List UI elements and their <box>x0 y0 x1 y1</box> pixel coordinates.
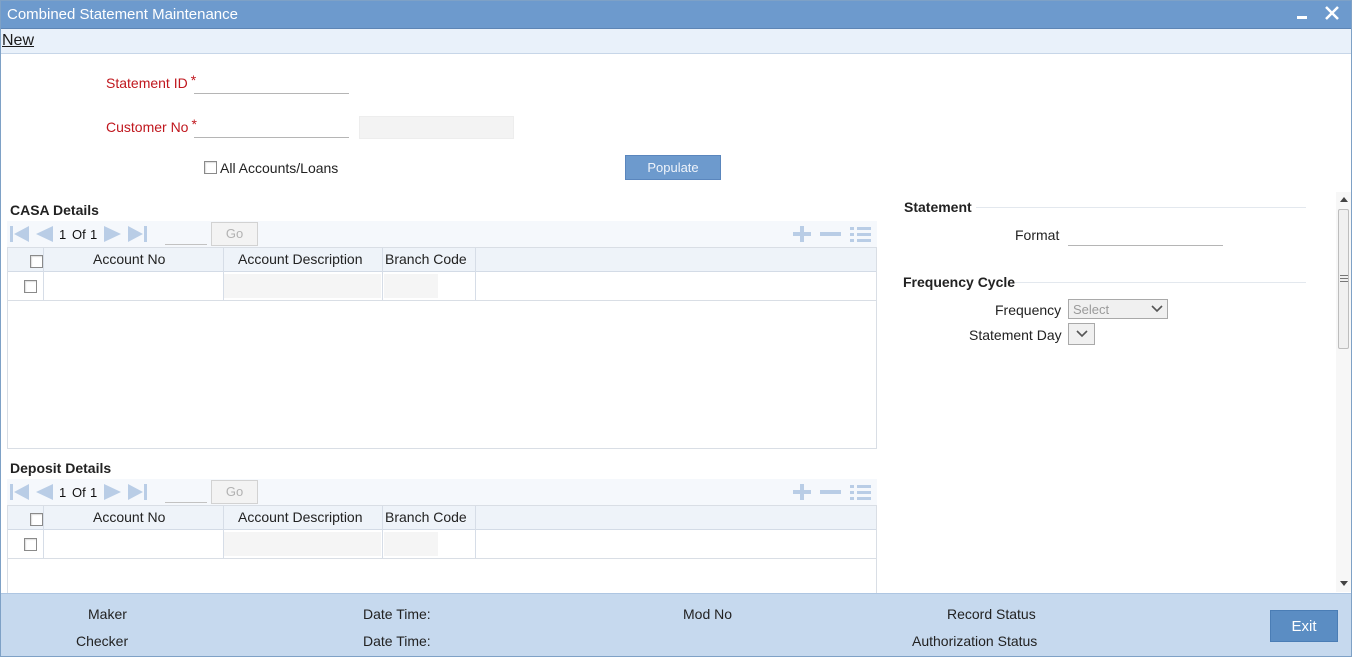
first-page-icon[interactable] <box>9 225 31 243</box>
mod-no-label: Mod No <box>683 606 733 622</box>
column-header: Branch Code <box>385 251 467 267</box>
statement-id-input[interactable] <box>194 72 349 94</box>
statement-section-title: Statement <box>904 199 972 215</box>
statement-day-label: Statement Day <box>969 327 1062 343</box>
single-view-icon[interactable] <box>849 225 871 243</box>
statement-id-label-text: Statement ID <box>106 75 188 91</box>
deposit-grid: Account No Account Description Branch Co… <box>7 505 877 605</box>
all-accounts-checkbox[interactable] <box>204 161 217 174</box>
table-row[interactable] <box>8 272 876 301</box>
grip-icon <box>1340 275 1348 282</box>
branch-code-cell <box>384 274 438 298</box>
customer-no-input[interactable] <box>194 116 349 138</box>
casa-grid: Account No Account Description Branch Co… <box>7 247 877 449</box>
window-title: Combined Statement Maintenance <box>7 6 238 23</box>
format-input[interactable] <box>1068 224 1223 246</box>
prev-page-icon[interactable] <box>33 483 55 501</box>
all-accounts-label: All Accounts/Loans <box>220 160 339 176</box>
section-divider <box>976 207 1306 208</box>
next-page-icon[interactable] <box>102 225 124 243</box>
column-header: Account Description <box>238 509 363 525</box>
table-row[interactable] <box>8 530 876 559</box>
checker-date-time-label: Date Time: <box>363 633 431 649</box>
casa-grid-nav: 1 Of 1 Go <box>7 221 877 247</box>
scroll-up-icon[interactable] <box>1339 195 1349 203</box>
format-label: Format <box>1015 227 1060 243</box>
exit-button[interactable]: Exit <box>1270 610 1338 642</box>
single-view-icon[interactable] <box>849 483 871 501</box>
deposit-grid-nav: 1 Of 1 Go <box>7 479 877 505</box>
casa-details-title: CASA Details <box>10 202 99 218</box>
statement-id-label: Statement ID * <box>106 72 196 91</box>
first-page-icon[interactable] <box>9 483 31 501</box>
frequency-cycle-title: Frequency Cycle <box>903 274 1016 290</box>
checker-label: Checker <box>76 633 129 649</box>
prev-page-icon[interactable] <box>33 225 55 243</box>
close-icon[interactable] <box>1321 3 1343 25</box>
page-jump-input[interactable] <box>165 223 207 245</box>
page-of: Of <box>72 485 86 500</box>
page-of: Of <box>72 227 86 242</box>
page-current: 1 <box>59 485 67 500</box>
customer-no-label-text: Customer No <box>106 119 189 135</box>
page-total: 1 <box>90 485 98 500</box>
account-description-cell <box>224 274 381 298</box>
column-header: Account No <box>93 509 166 525</box>
row-checkbox[interactable] <box>24 538 37 551</box>
customer-no-label: Customer No * <box>106 116 197 135</box>
page-total: 1 <box>90 227 98 242</box>
maker-date-time-label: Date Time: <box>363 606 431 622</box>
deposit-grid-header: Account No Account Description Branch Co… <box>8 506 876 530</box>
statement-day-select[interactable] <box>1068 323 1095 345</box>
page-current: 1 <box>59 227 67 242</box>
title-bar: Combined Statement Maintenance <box>1 1 1351 29</box>
last-page-icon[interactable] <box>126 483 148 501</box>
branch-code-cell <box>384 532 438 556</box>
last-page-icon[interactable] <box>126 225 148 243</box>
casa-grid-header: Account No Account Description Branch Co… <box>8 248 876 272</box>
populate-button[interactable]: Populate <box>625 155 721 180</box>
account-description-cell <box>224 532 381 556</box>
new-link[interactable]: New <box>2 32 34 50</box>
go-button[interactable]: Go <box>211 480 258 504</box>
maker-label: Maker <box>88 606 127 622</box>
scroll-down-icon[interactable] <box>1339 580 1349 588</box>
frequency-select-value: Select <box>1073 302 1110 317</box>
add-row-icon[interactable] <box>791 483 813 501</box>
footer: Maker Checker Date Time: Date Time: Mod … <box>1 593 1351 656</box>
frequency-label: Frequency <box>995 302 1062 318</box>
page-jump-input[interactable] <box>165 481 207 503</box>
toolbar: New <box>1 29 1351 54</box>
column-header: Branch Code <box>385 509 467 525</box>
scrollbar-thumb[interactable] <box>1338 209 1349 349</box>
deposit-details-title: Deposit Details <box>10 460 112 476</box>
column-header: Account No <box>93 251 166 267</box>
row-checkbox[interactable] <box>24 280 37 293</box>
next-page-icon[interactable] <box>102 483 124 501</box>
column-header: Account Description <box>238 251 363 267</box>
delete-row-icon[interactable] <box>819 225 841 243</box>
delete-row-icon[interactable] <box>819 483 841 501</box>
record-status-label: Record Status <box>947 606 1036 622</box>
select-all-checkbox[interactable] <box>30 255 43 268</box>
customer-name-field <box>359 116 514 139</box>
add-row-icon[interactable] <box>791 225 813 243</box>
authorization-status-label: Authorization Status <box>912 633 1038 649</box>
frequency-select[interactable]: Select <box>1068 299 1168 319</box>
minimize-icon[interactable] <box>1291 3 1313 25</box>
go-button[interactable]: Go <box>211 222 258 246</box>
chevron-down-icon <box>1076 330 1088 338</box>
select-all-checkbox[interactable] <box>30 513 43 526</box>
chevron-down-icon <box>1151 305 1163 313</box>
section-divider <box>1015 282 1306 283</box>
vertical-scrollbar[interactable] <box>1336 192 1351 592</box>
